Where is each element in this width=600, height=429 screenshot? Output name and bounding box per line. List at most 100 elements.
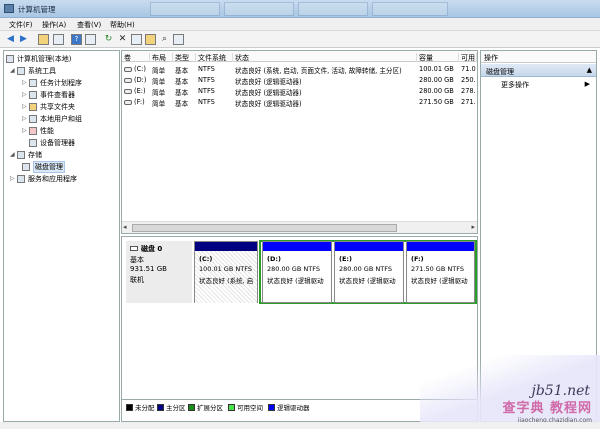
partition-c[interactable]: (C:) 100.01 GB NTFS 状态良好 (系统, 启 bbox=[194, 241, 258, 303]
partition-size: 280.00 GB NTFS bbox=[339, 265, 392, 273]
refresh-icon[interactable]: ↻ bbox=[103, 34, 114, 45]
column-capacity[interactable]: 容量 bbox=[417, 53, 459, 62]
volume-free: 71.0 bbox=[461, 65, 476, 73]
column-status[interactable]: 状态 bbox=[233, 53, 417, 62]
tree-item-root[interactable]: 计算机管理(本地) bbox=[6, 53, 71, 64]
help-icon[interactable]: ? bbox=[71, 34, 82, 45]
delete-icon[interactable]: ✕ bbox=[117, 34, 128, 45]
legend-swatch bbox=[126, 403, 133, 411]
search-icon[interactable]: ⌕ bbox=[159, 34, 170, 45]
partition-name: (C:) bbox=[199, 255, 213, 263]
volume-status: 状态良好 (逻辑驱动器) bbox=[235, 78, 302, 86]
storage-icon bbox=[17, 150, 25, 159]
tree-item-task-scheduler[interactable]: ▷ 任务计划程序 bbox=[22, 77, 82, 88]
ghost-tab bbox=[372, 2, 448, 16]
tree-item-services-apps[interactable]: ▷ 服务和应用程序 bbox=[10, 173, 77, 184]
actions-section-disk-management[interactable]: 磁盘管理 ▲ bbox=[481, 64, 596, 77]
partition-bar bbox=[195, 242, 257, 251]
tree-item-disk-management[interactable]: 磁盘管理 bbox=[22, 160, 65, 173]
scroll-right-icon[interactable]: ▸ bbox=[471, 223, 475, 231]
legend-swatch bbox=[228, 403, 235, 411]
navigation-tree: 计算机管理(本地) ◢ 系统工具 ▷ 任务计划程序 ▷ 事件查看器 ▷ 共享文件… bbox=[3, 50, 120, 422]
up-folder-icon[interactable] bbox=[38, 34, 49, 45]
partition-e[interactable]: (E:) 280.00 GB NTFS 状态良好 (逻辑驱动 bbox=[334, 241, 404, 303]
volume-capacity: 280.00 GB bbox=[419, 87, 454, 95]
drive-icon bbox=[124, 89, 132, 94]
legend-swatch bbox=[157, 403, 164, 411]
disk-management-icon bbox=[22, 162, 30, 171]
more-actions-link[interactable]: 更多操作 bbox=[501, 80, 529, 90]
volume-row[interactable]: (E:) 简单 基本 NTFS 状态良好 (逻辑驱动器) 280.00 GB 2… bbox=[122, 86, 477, 97]
legend-logical: 逻辑驱动器 bbox=[268, 402, 310, 412]
volume-layout: 简单 bbox=[152, 78, 166, 86]
volume-capacity: 100.01 GB bbox=[419, 65, 454, 73]
scrollbar-thumb[interactable] bbox=[132, 224, 397, 232]
column-volume[interactable]: 卷 bbox=[122, 53, 150, 62]
ghost-tab bbox=[298, 2, 368, 16]
tree-item-system-tools[interactable]: ◢ 系统工具 bbox=[10, 65, 56, 76]
partition-d[interactable]: (D:) 280.00 GB NTFS 状态良好 (逻辑驱动 bbox=[262, 241, 332, 303]
properties-icon[interactable] bbox=[85, 34, 96, 45]
column-filesystem[interactable]: 文件系统 bbox=[196, 53, 233, 62]
volume-list-header: 卷 布局 类型 文件系统 状态 容量 可用 bbox=[122, 51, 477, 62]
volume-status: 状态良好 (逻辑驱动器) bbox=[235, 89, 302, 97]
tree-item-storage[interactable]: ◢ 存储 bbox=[10, 149, 42, 160]
expand-icon[interactable]: ▷ bbox=[22, 103, 29, 110]
tree-item-event-viewer[interactable]: ▷ 事件查看器 bbox=[22, 89, 75, 100]
menu-help[interactable]: 帮助(H) bbox=[110, 20, 135, 30]
collapse-up-icon[interactable]: ▲ bbox=[587, 66, 592, 74]
partition-name: (E:) bbox=[339, 255, 352, 263]
column-free[interactable]: 可用 bbox=[459, 53, 477, 62]
volume-status: 状态良好 (系统, 启动, 页面文件, 活动, 故障转储, 主分区) bbox=[235, 67, 402, 75]
volume-name: (D:) bbox=[134, 76, 147, 84]
column-type[interactable]: 类型 bbox=[173, 53, 196, 62]
tools-icon bbox=[17, 66, 25, 75]
disk-size: 931.51 GB bbox=[130, 265, 167, 273]
tree-item-shared-folders[interactable]: ▷ 共享文件夹 bbox=[22, 101, 75, 112]
checklist-icon[interactable] bbox=[131, 34, 142, 45]
tree-item-performance[interactable]: ▷ 性能 bbox=[22, 125, 54, 136]
collapse-icon[interactable]: ◢ bbox=[10, 67, 17, 74]
expand-icon[interactable]: ▷ bbox=[22, 115, 29, 122]
back-icon[interactable]: ◀ bbox=[5, 34, 16, 45]
volume-type: 基本 bbox=[175, 78, 189, 86]
volume-type: 基本 bbox=[175, 100, 189, 108]
drive-icon bbox=[124, 100, 132, 105]
expand-icon[interactable]: ▷ bbox=[22, 127, 29, 134]
volume-free: 278. bbox=[461, 87, 476, 95]
show-hide-tree-icon[interactable] bbox=[53, 34, 64, 45]
horizontal-scrollbar[interactable]: ◂ ▸ bbox=[122, 221, 477, 233]
menu-view[interactable]: 查看(V) bbox=[77, 20, 101, 30]
partition-size: 271.50 GB NTFS bbox=[411, 265, 464, 273]
menu-action[interactable]: 操作(A) bbox=[42, 20, 66, 30]
disk-info-block[interactable]: 磁盘 0 基本 931.51 GB 联机 bbox=[126, 241, 192, 303]
tree-item-local-users[interactable]: ▷ 本地用户和组 bbox=[22, 113, 82, 124]
disk-icon bbox=[130, 246, 138, 251]
volume-row[interactable]: (C:) 简单 基本 NTFS 状态良好 (系统, 启动, 页面文件, 活动, … bbox=[122, 64, 477, 75]
volume-capacity: 280.00 GB bbox=[419, 76, 454, 84]
view-icon[interactable] bbox=[173, 34, 184, 45]
legend-swatch bbox=[268, 403, 275, 411]
partition-bar bbox=[407, 242, 474, 251]
menu-file[interactable]: 文件(F) bbox=[9, 20, 33, 30]
legend-swatch bbox=[188, 403, 195, 411]
partition-status: 状态良好 (系统, 启 bbox=[199, 277, 254, 285]
open-folder-icon[interactable] bbox=[145, 34, 156, 45]
scroll-left-icon[interactable]: ◂ bbox=[123, 223, 127, 231]
expand-icon[interactable]: ▷ bbox=[22, 91, 29, 98]
expand-icon[interactable]: ▷ bbox=[22, 79, 29, 86]
expand-icon[interactable]: ▷ bbox=[10, 175, 17, 182]
column-layout[interactable]: 布局 bbox=[150, 53, 173, 62]
tree-item-device-manager[interactable]: 设备管理器 bbox=[29, 137, 75, 148]
event-log-icon bbox=[29, 90, 37, 99]
forward-icon[interactable]: ▶ bbox=[18, 34, 29, 45]
submenu-arrow-icon[interactable]: ▶ bbox=[585, 80, 590, 88]
volume-row[interactable]: (D:) 简单 基本 NTFS 状态良好 (逻辑驱动器) 280.00 GB 2… bbox=[122, 75, 477, 86]
volume-filesystem: NTFS bbox=[198, 98, 215, 106]
disk-name: 磁盘 0 bbox=[141, 245, 163, 253]
volume-row[interactable]: (F:) 简单 基本 NTFS 状态良好 (逻辑驱动器) 271.50 GB 2… bbox=[122, 97, 477, 108]
ghost-tab bbox=[150, 2, 220, 16]
partition-f[interactable]: (F:) 271.50 GB NTFS 状态良好 (逻辑驱动 bbox=[406, 241, 475, 303]
computer-management-window: 计算机管理 文件(F) 操作(A) 查看(V) 帮助(H) ◀ ▶ ? ↻ ✕ … bbox=[0, 0, 600, 429]
collapse-icon[interactable]: ◢ bbox=[10, 151, 17, 158]
